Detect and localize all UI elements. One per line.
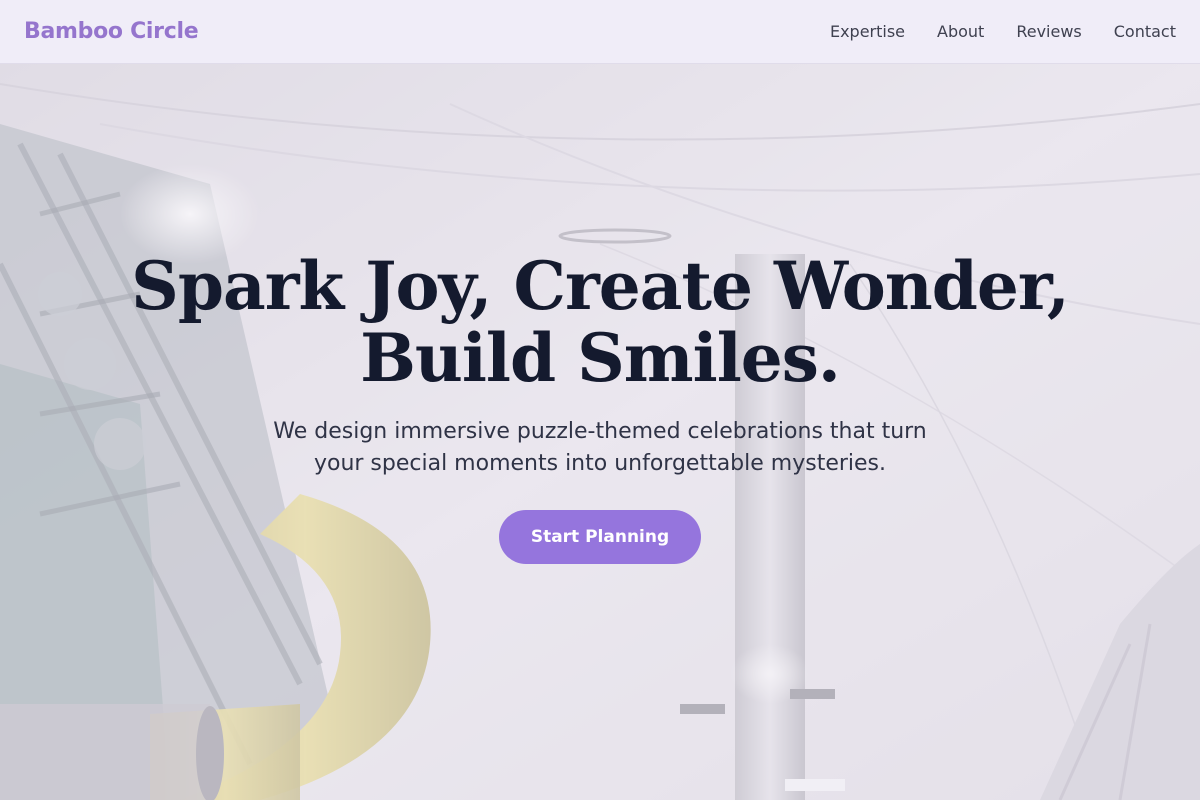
main-nav: Expertise About Reviews Contact [830, 22, 1176, 41]
hero-content: Spark Joy, Create Wonder, Build Smiles. … [0, 64, 1200, 800]
nav-link-about[interactable]: About [937, 22, 984, 41]
hero-title: Spark Joy, Create Wonder, Build Smiles. [100, 250, 1100, 394]
hero-title-line-2: Build Smiles. [360, 319, 841, 397]
hero-section: Spark Joy, Create Wonder, Build Smiles. … [0, 64, 1200, 800]
nav-link-reviews[interactable]: Reviews [1016, 22, 1081, 41]
start-planning-button[interactable]: Start Planning [499, 510, 701, 564]
nav-link-expertise[interactable]: Expertise [830, 22, 905, 41]
nav-link-contact[interactable]: Contact [1114, 22, 1176, 41]
hero-title-line-1: Spark Joy, Create Wonder, [131, 247, 1070, 325]
brand-logo[interactable]: Bamboo Circle [24, 19, 199, 44]
hero-subtitle: We design immersive puzzle-themed celebr… [273, 419, 927, 476]
top-navbar: Bamboo Circle Expertise About Reviews Co… [0, 0, 1200, 64]
